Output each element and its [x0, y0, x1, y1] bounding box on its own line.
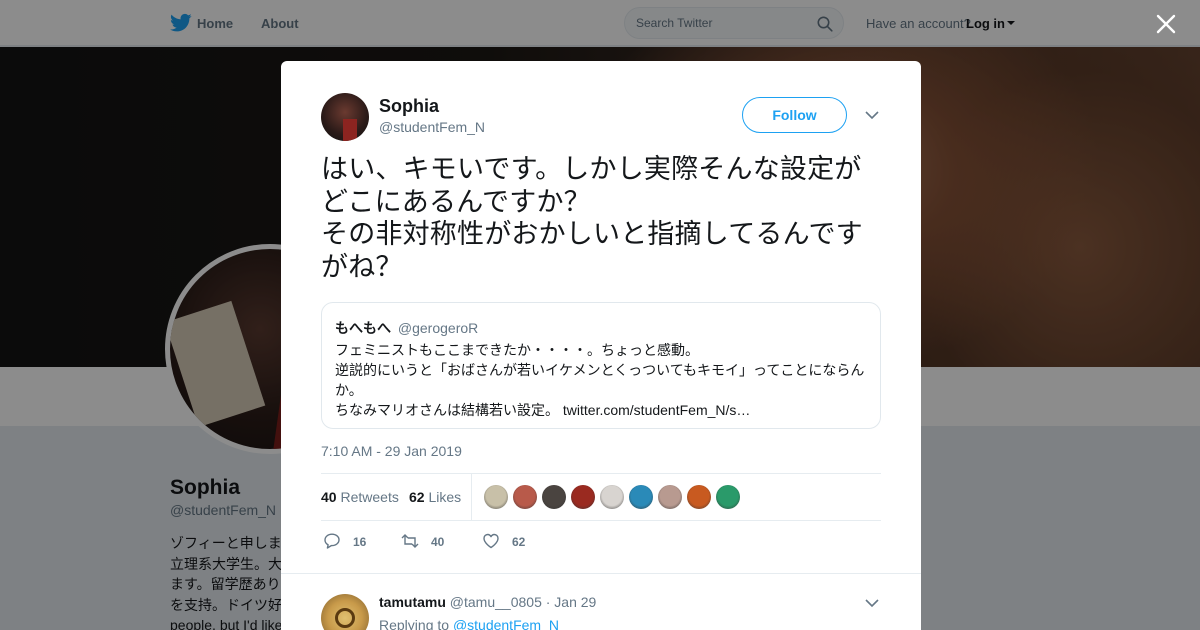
like-label: Likes [428, 489, 462, 505]
tweet-modal: Sophia @studentFem_N Follow はい、キモいです。しかし… [281, 61, 921, 630]
chevron-down-icon[interactable] [865, 110, 879, 120]
reply-avatar[interactable] [321, 594, 369, 630]
liker-avatar[interactable] [542, 485, 566, 509]
tweet-actions: 16 40 62 [321, 531, 881, 553]
liker-avatar[interactable] [658, 485, 682, 509]
replying-to-handle[interactable]: @studentFem_N [453, 617, 559, 630]
retweet-stat[interactable]: 40 Retweets [321, 489, 399, 505]
quoted-tweet-link[interactable]: twitter.com/studentFem_N/s… [563, 402, 751, 418]
tweet-text: はい、キモいです。しかし実際そんな設定が どこにあるんですか？ その非対称性がお… [321, 153, 886, 283]
tweet-text-line: その非対称性がおかしいと指摘してるんです [321, 219, 863, 249]
tweet-text-line: はい、キモいです。しかし実際そんな設定が [321, 154, 862, 184]
quoted-tweet[interactable]: もへもへ @gerogeroR フェミニストもここまできたか・・・・。ちょっと感… [321, 302, 881, 429]
liker-avatar[interactable] [571, 485, 595, 509]
quoted-text-line: か。 [335, 382, 363, 398]
retweet-count: 40 [321, 489, 337, 505]
replying-to: Replying to @studentFem_N [379, 617, 559, 630]
reply-tweet[interactable]: tamutamu @tamu__0805 · Jan 29 Replying t… [281, 573, 921, 630]
tweet-timestamp[interactable]: 7:10 AM - 29 Jan 2019 [321, 443, 462, 459]
retweet-icon [401, 534, 419, 548]
retweet-action-count: 40 [431, 535, 445, 549]
reply-author-handle[interactable]: @tamu__0805 [450, 594, 542, 610]
liker-avatar[interactable] [600, 485, 624, 509]
tweet-text-line: がね？ [321, 251, 403, 282]
quoted-text-line: フェミニストもここまできたか・・・・。ちょっと感動。 [335, 342, 699, 358]
quoted-author-handle: @gerogeroR [397, 320, 479, 336]
quoted-text-last: ちなみマリオさんは結構若い設定。 [335, 402, 559, 418]
author-name[interactable]: Sophia [379, 96, 439, 117]
liker-avatar[interactable] [513, 485, 537, 509]
retweet-label: Retweets [340, 489, 399, 505]
quoted-tweet-header: もへもへ @gerogeroR [335, 318, 478, 338]
like-count: 62 [409, 489, 425, 505]
replying-to-label: Replying to [379, 617, 450, 630]
like-stat[interactable]: 62 Likes [409, 489, 461, 505]
reply-time[interactable]: · Jan 29 [546, 594, 597, 610]
close-icon[interactable] [1154, 12, 1178, 36]
reply-header: tamutamu @tamu__0805 · Jan 29 [379, 594, 596, 610]
reply-author-name[interactable]: tamutamu [379, 594, 446, 610]
author-handle[interactable]: @studentFem_N [379, 119, 485, 135]
reply-count: 16 [353, 535, 367, 549]
liker-avatar[interactable] [716, 485, 740, 509]
like-action-count: 62 [512, 535, 526, 549]
heart-icon [483, 533, 499, 549]
quoted-text-line: ちなみマリオさんは結構若い設定。 twitter.com/studentFem_… [335, 400, 750, 420]
stats-divider [471, 474, 472, 520]
chevron-down-icon[interactable] [865, 598, 879, 608]
follow-button[interactable]: Follow [742, 97, 847, 133]
liker-avatar[interactable] [687, 485, 711, 509]
liker-avatar[interactable] [484, 485, 508, 509]
tweet-text-line: どこにあるんですか？ [321, 186, 591, 217]
quoted-author-name: もへもへ [335, 320, 391, 336]
tweet-stats: 40 Retweets 62 Likes [321, 473, 881, 521]
quoted-text-line: 逆説的にいうと「おばさんが若いイケメンとくっついてもキモイ」ってことにならん [335, 362, 865, 378]
reply-icon [324, 533, 340, 549]
liker-avatar[interactable] [629, 485, 653, 509]
author-avatar[interactable] [321, 93, 369, 141]
